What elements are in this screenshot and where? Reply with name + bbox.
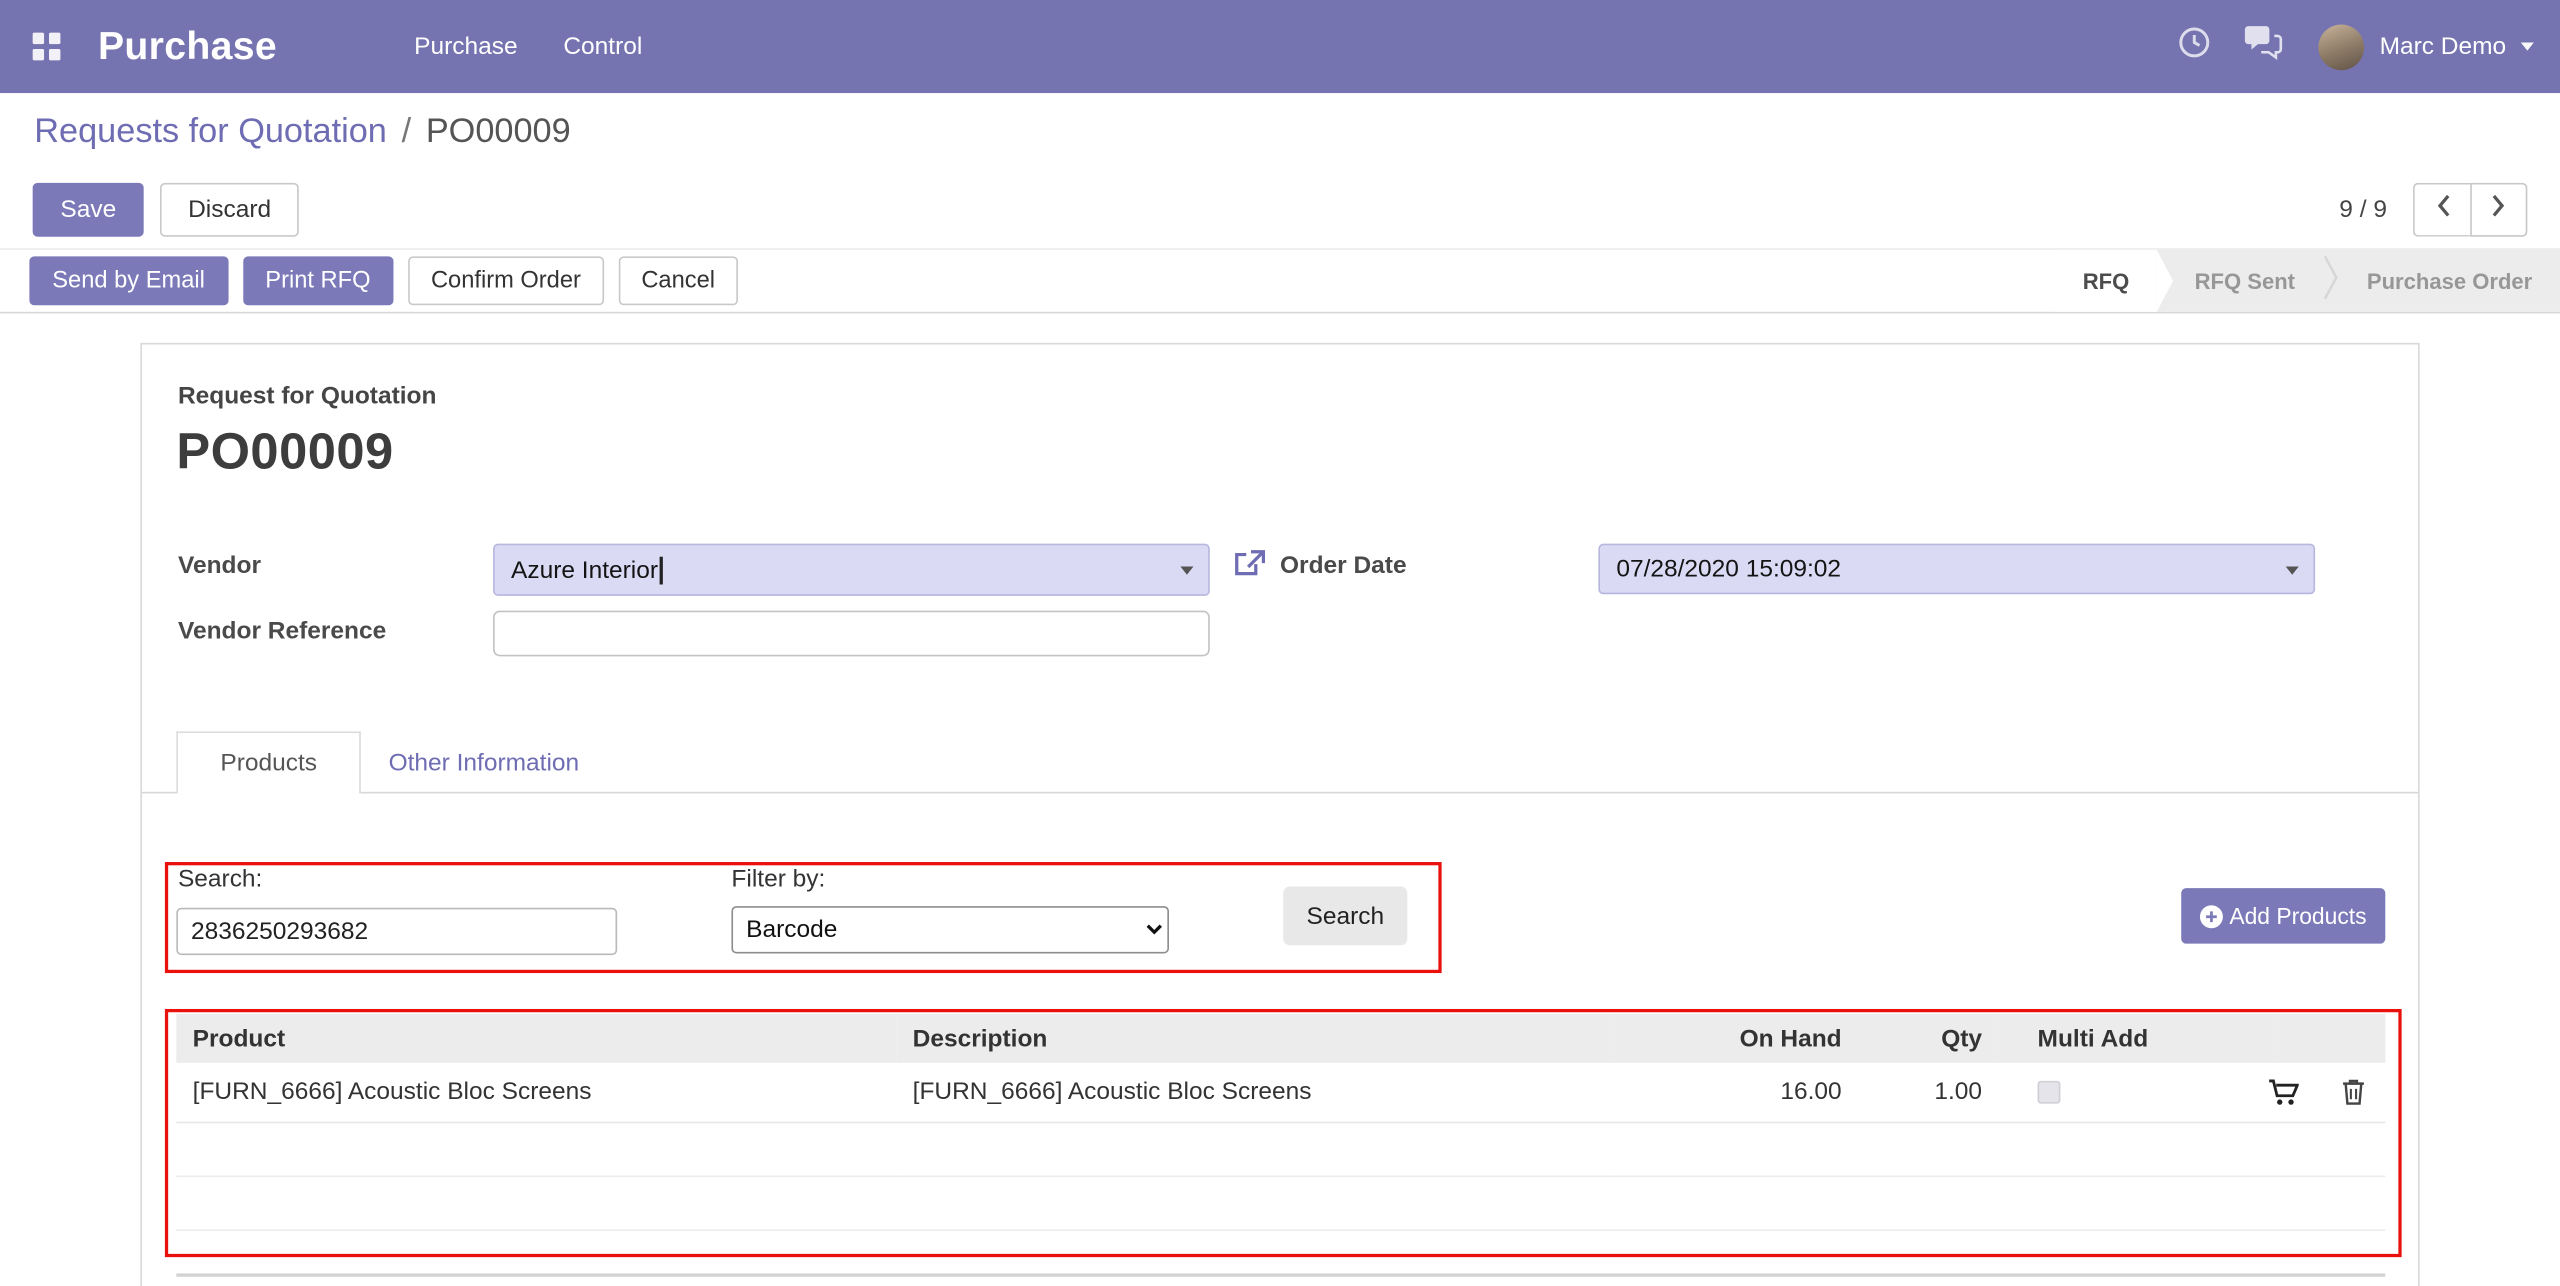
status-step-rfq-sent[interactable]: RFQ Sent <box>2167 250 2323 312</box>
trash-icon[interactable] <box>2341 1078 2365 1106</box>
save-button[interactable]: Save <box>33 182 144 236</box>
filter-by-label: Filter by: <box>731 865 825 893</box>
order-lines-divider <box>176 1273 2385 1276</box>
breadcrumb-parent[interactable]: Requests for Quotation <box>34 112 387 151</box>
statusbar: Send by Email Print RFQ Confirm Order Ca… <box>0 248 2560 313</box>
chat-icon <box>2243 24 2284 68</box>
record-title: PO00009 <box>176 423 393 482</box>
breadcrumb: Requests for Quotation / PO00009 <box>0 93 2560 170</box>
discard-button[interactable]: Discard <box>160 182 299 236</box>
tab-other-information[interactable]: Other Information <box>362 731 605 793</box>
header-description: Description <box>896 1014 1609 1063</box>
chevron-down-icon <box>2521 42 2534 50</box>
search-label: Search: <box>178 865 262 893</box>
apps-grid-icon <box>32 33 60 61</box>
spacer-row <box>176 1229 2385 1255</box>
vendor-value: Azure Interior <box>511 556 658 584</box>
pager: 9 / 9 <box>2339 182 2527 236</box>
app-brand[interactable]: Purchase <box>98 24 277 70</box>
filter-select[interactable]: Barcode <box>731 906 1169 953</box>
qty-cell[interactable]: 1.00 <box>1858 1063 1998 1122</box>
pager-value: 9 / 9 <box>2339 195 2387 223</box>
status-step-purchase-order[interactable]: Purchase Order <box>2339 250 2560 312</box>
tab-products[interactable]: Products <box>176 731 361 793</box>
print-rfq-button[interactable]: Print RFQ <box>242 256 393 305</box>
actions-cell <box>2276 1063 2385 1122</box>
pager-buttons <box>2413 182 2527 236</box>
user-menu[interactable]: Marc Demo <box>2319 24 2534 70</box>
messages-button[interactable] <box>2234 0 2293 93</box>
header-multi-add: Multi Add <box>1998 1014 2276 1063</box>
header-product: Product <box>176 1014 896 1063</box>
vendor-field[interactable]: Azure Interior <box>493 544 1210 596</box>
header-on-hand: On Hand <box>1610 1014 1858 1063</box>
vendor-label: Vendor <box>178 552 261 580</box>
order-date-label: Order Date <box>1280 552 1407 580</box>
chevron-right-icon <box>2490 192 2508 226</box>
apps-menu-button[interactable] <box>0 0 91 93</box>
form-sheet: Request for Quotation PO00009 Vendor Azu… <box>140 343 2419 1286</box>
add-products-button[interactable]: Add Products <box>2181 888 2385 944</box>
form-view: Request for Quotation PO00009 Vendor Azu… <box>0 313 2560 1286</box>
order-date-value: 07/28/2020 15:09:02 <box>1616 555 1841 583</box>
dropdown-caret-icon <box>2286 566 2299 574</box>
search-button[interactable]: Search <box>1283 887 1407 946</box>
avatar <box>2319 24 2365 70</box>
step-chevron-icon <box>2323 246 2339 316</box>
status-steps: RFQ RFQ Sent Purchase Order <box>2055 250 2560 312</box>
status-step-rfq[interactable]: RFQ <box>2055 250 2157 312</box>
app-window: Purchase Purchase Control Marc Demo <box>0 0 2560 1286</box>
add-products-label: Add Products <box>2229 903 2366 929</box>
menu-purchase[interactable]: Purchase <box>391 0 540 93</box>
product-cell[interactable]: [FURN_6666] Acoustic Bloc Screens <box>176 1063 896 1122</box>
pager-previous-button[interactable] <box>2413 182 2470 236</box>
vendor-reference-field[interactable] <box>493 611 1210 657</box>
activities-button[interactable] <box>2166 0 2225 93</box>
top-menus: Purchase Control <box>391 0 665 93</box>
multi-add-cell <box>1998 1063 2276 1122</box>
pager-next-button[interactable] <box>2470 182 2527 236</box>
order-date-field[interactable]: 07/28/2020 15:09:02 <box>1598 544 2315 595</box>
breadcrumb-current: PO00009 <box>426 112 571 151</box>
cart-icon[interactable] <box>2268 1077 2299 1106</box>
table-header-row: Product Description On Hand Qty Multi Ad… <box>176 1014 2385 1063</box>
empty-row <box>176 1122 2385 1176</box>
table-row: [FURN_6666] Acoustic Bloc Screens [FURN_… <box>176 1063 2385 1122</box>
breadcrumb-separator: / <box>402 112 412 151</box>
send-by-email-button[interactable]: Send by Email <box>29 256 227 305</box>
plus-circle-icon <box>2200 904 2224 928</box>
control-panel: Save Discard 9 / 9 <box>0 170 2560 248</box>
confirm-order-button[interactable]: Confirm Order <box>408 256 604 305</box>
menu-control[interactable]: Control <box>540 0 665 93</box>
top-navbar: Purchase Purchase Control Marc Demo <box>0 0 2560 93</box>
text-cursor <box>660 556 662 584</box>
vendor-reference-label: Vendor Reference <box>178 617 386 645</box>
description-cell[interactable]: [FURN_6666] Acoustic Bloc Screens <box>896 1063 1609 1122</box>
external-link-icon[interactable] <box>1231 549 1265 580</box>
chevron-left-icon <box>2433 192 2451 226</box>
empty-row <box>176 1176 2385 1230</box>
clock-icon <box>2177 24 2213 68</box>
search-input[interactable] <box>176 908 617 955</box>
cancel-button[interactable]: Cancel <box>618 256 737 305</box>
multi-add-checkbox[interactable] <box>2038 1080 2061 1103</box>
navbar-right: Marc Demo <box>2166 0 2560 93</box>
on-hand-cell: 16.00 <box>1610 1063 1858 1122</box>
dropdown-caret-icon <box>1180 567 1193 575</box>
header-qty: Qty <box>1858 1014 1998 1063</box>
products-table: Product Description On Hand Qty Multi Ad… <box>176 1014 2385 1256</box>
sheet-subtitle: Request for Quotation <box>178 382 436 410</box>
user-name: Marc Demo <box>2380 33 2507 61</box>
header-actions <box>2276 1014 2385 1063</box>
